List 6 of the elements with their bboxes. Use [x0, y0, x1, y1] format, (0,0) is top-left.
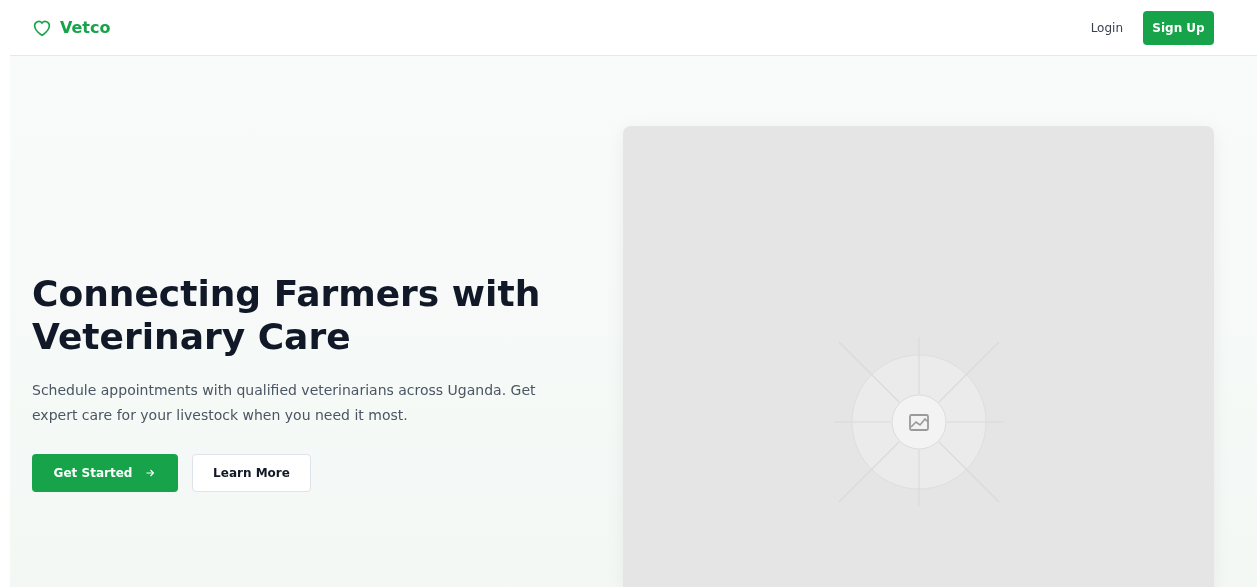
- brand-name: Vetco: [60, 18, 111, 37]
- login-link[interactable]: Login: [1084, 14, 1129, 41]
- heart-icon: [32, 18, 52, 37]
- learn-more-button[interactable]: Learn More: [192, 453, 311, 492]
- hero-subtitle: Schedule appointments with qualified veterinarians across Uganda. Get expert care for your livestock when you need it most.: [32, 380, 537, 425]
- hero-title: Connecting Farmers with Veterinary Care: [32, 271, 542, 358]
